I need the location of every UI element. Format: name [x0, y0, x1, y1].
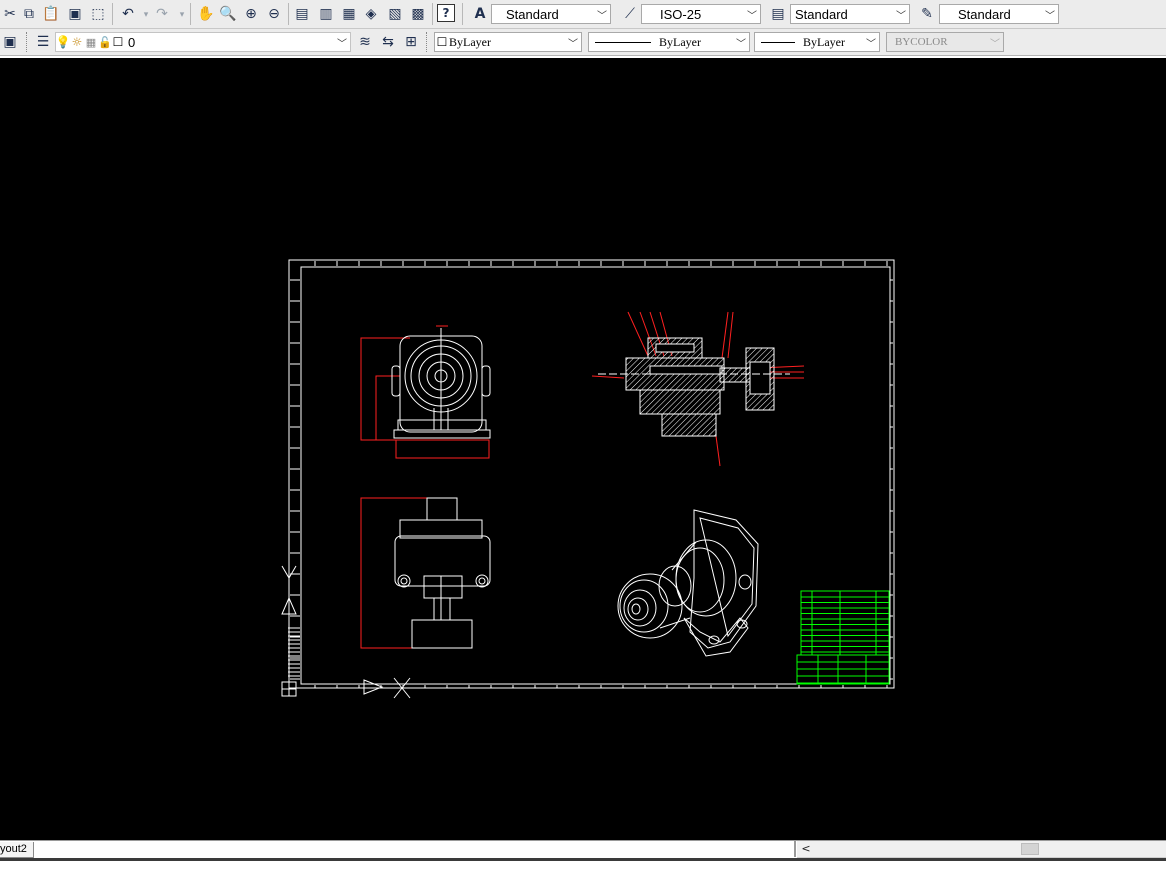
sheet-border: [288, 259, 895, 689]
design-center-icon[interactable]: ▥: [316, 4, 336, 24]
zoom-realtime-icon[interactable]: 🔍: [218, 4, 238, 24]
linetype-dropdown[interactable]: ByLayer ﹀: [588, 32, 750, 52]
lineweight-value: ByLayer: [803, 34, 845, 49]
redo-icon[interactable]: ↷: [152, 4, 172, 24]
plot-style-dropdown: BYCOLOR ﹀: [886, 32, 1004, 52]
chevron-down-icon: ﹀: [736, 38, 746, 50]
separator: [462, 3, 463, 25]
sheet-set-icon[interactable]: ◈: [361, 4, 381, 24]
scrollbar-thumb[interactable]: [1021, 843, 1039, 855]
chevron-down-icon: ﹀: [597, 10, 607, 22]
chevron-down-icon: ﹀: [896, 10, 906, 22]
markup-icon[interactable]: ▧: [385, 4, 405, 24]
section-view: [598, 337, 790, 437]
color-value: ByLayer: [449, 34, 491, 49]
lineweight-preview: [761, 41, 795, 43]
chevron-down-icon: ﹀: [337, 38, 347, 50]
scroll-left-icon[interactable]: <: [799, 841, 813, 857]
color-swatch-icon: ☐: [436, 35, 448, 49]
title-block: [796, 590, 890, 685]
linetype-value: ByLayer: [659, 34, 701, 49]
workspace-icon[interactable]: ▣: [0, 32, 20, 52]
layer-freeze-icon: ☼: [71, 35, 83, 49]
block-editor-icon[interactable]: ⬚: [88, 4, 108, 24]
chevron-down-icon: ﹀: [990, 38, 1000, 50]
tool-palettes-icon[interactable]: ▦: [339, 4, 359, 24]
pan-icon[interactable]: ✋: [196, 4, 216, 24]
layers-toolbar: ▣ ☰ 💡 ☼ ▦ 🔓 ☐ 0 ﹀ ≋ ⇆ ⊞ ☐ ByLayer ﹀ ByLa…: [0, 29, 1166, 56]
layer-manager-icon[interactable]: ☰: [33, 32, 53, 52]
dim-style-icon[interactable]: ⟋: [620, 4, 640, 24]
toolbar-grip[interactable]: [26, 32, 30, 52]
separator: [112, 3, 113, 25]
drawing-area[interactable]: [0, 58, 1166, 840]
horizontal-scrollbar[interactable]: <: [797, 841, 1166, 858]
ucs-scale-marks: [288, 627, 300, 677]
viewport-freeze-icon: ▦: [85, 35, 97, 49]
multileader-style-value: Standard: [958, 6, 1011, 22]
layer-color-swatch-icon: ☐: [112, 35, 124, 49]
chevron-down-icon: ﹀: [1045, 10, 1055, 22]
standard-toolbar: ✂ ⧉ 📋 ▣ ⬚ ↶ ▾ ↷ ▾ ✋ 🔍 ⊕ ⊖ ▤ ▥ ▦ ◈ ▧ ▩ ? …: [0, 0, 1166, 29]
multileader-style-dropdown[interactable]: Standard ﹀: [939, 4, 1059, 24]
chevron-down-icon: ﹀: [568, 38, 578, 50]
zoom-window-icon[interactable]: ⊕: [241, 4, 261, 24]
layer-previous-icon[interactable]: ⇆: [378, 32, 398, 52]
table-style-value: Standard: [795, 6, 848, 22]
dim-style-dropdown[interactable]: ISO-25 ﹀: [641, 4, 761, 24]
color-dropdown[interactable]: ☐ ByLayer ﹀: [434, 32, 582, 52]
separator: [190, 3, 191, 25]
separator: [432, 3, 433, 25]
tabs-scroll-splitter[interactable]: [794, 841, 796, 857]
dim-style-value: ISO-25: [660, 6, 702, 22]
layer-lock-icon: 🔓: [98, 35, 112, 49]
multileader-style-icon[interactable]: ✎: [917, 4, 937, 24]
properties-icon[interactable]: ▤: [292, 4, 312, 24]
toolbar-grip[interactable]: [426, 32, 430, 52]
side-view: [394, 497, 491, 649]
calculator-icon[interactable]: ▩: [408, 4, 428, 24]
layer-state-icon[interactable]: ⊞: [401, 32, 421, 52]
border-ticks: [290, 261, 893, 688]
front-view: [391, 328, 491, 439]
paste-icon[interactable]: 📋: [41, 4, 61, 24]
drawing-sheet: [281, 259, 895, 699]
zoom-previous-icon[interactable]: ⊖: [264, 4, 284, 24]
table-style-icon[interactable]: ▤: [768, 4, 788, 24]
linetype-preview: [595, 41, 651, 43]
cut-icon[interactable]: ✂: [0, 4, 20, 24]
match-properties-icon[interactable]: ▣: [65, 4, 85, 24]
isometric-view: [617, 509, 759, 657]
text-style-icon[interactable]: A: [470, 4, 490, 24]
make-current-icon[interactable]: ≋: [355, 32, 375, 52]
chevron-down-icon: ﹀: [747, 10, 757, 22]
help-icon[interactable]: ?: [437, 4, 455, 22]
copy-icon[interactable]: ⧉: [19, 4, 39, 24]
status-divider: [0, 858, 1166, 861]
tab-layout2[interactable]: yout2: [0, 842, 34, 858]
plot-style-value: BYCOLOR: [895, 36, 948, 48]
table-style-dropdown[interactable]: Standard ﹀: [790, 4, 910, 24]
redo-dropdown-icon[interactable]: ▾: [172, 5, 192, 25]
undo-icon[interactable]: ↶: [118, 4, 138, 24]
layer-on-icon: 💡: [55, 35, 71, 49]
current-layer-name: 0: [128, 34, 136, 50]
layout-tabs-bar: yout2 <: [0, 840, 1166, 877]
layer-dropdown[interactable]: 💡 ☼ ▦ 🔓 ☐ 0 ﹀: [55, 32, 351, 52]
lineweight-dropdown[interactable]: ByLayer ﹀: [754, 32, 880, 52]
text-style-dropdown[interactable]: Standard ﹀: [491, 4, 611, 24]
separator: [288, 3, 289, 25]
chevron-down-icon: ﹀: [866, 38, 876, 50]
text-style-value: Standard: [506, 6, 559, 22]
